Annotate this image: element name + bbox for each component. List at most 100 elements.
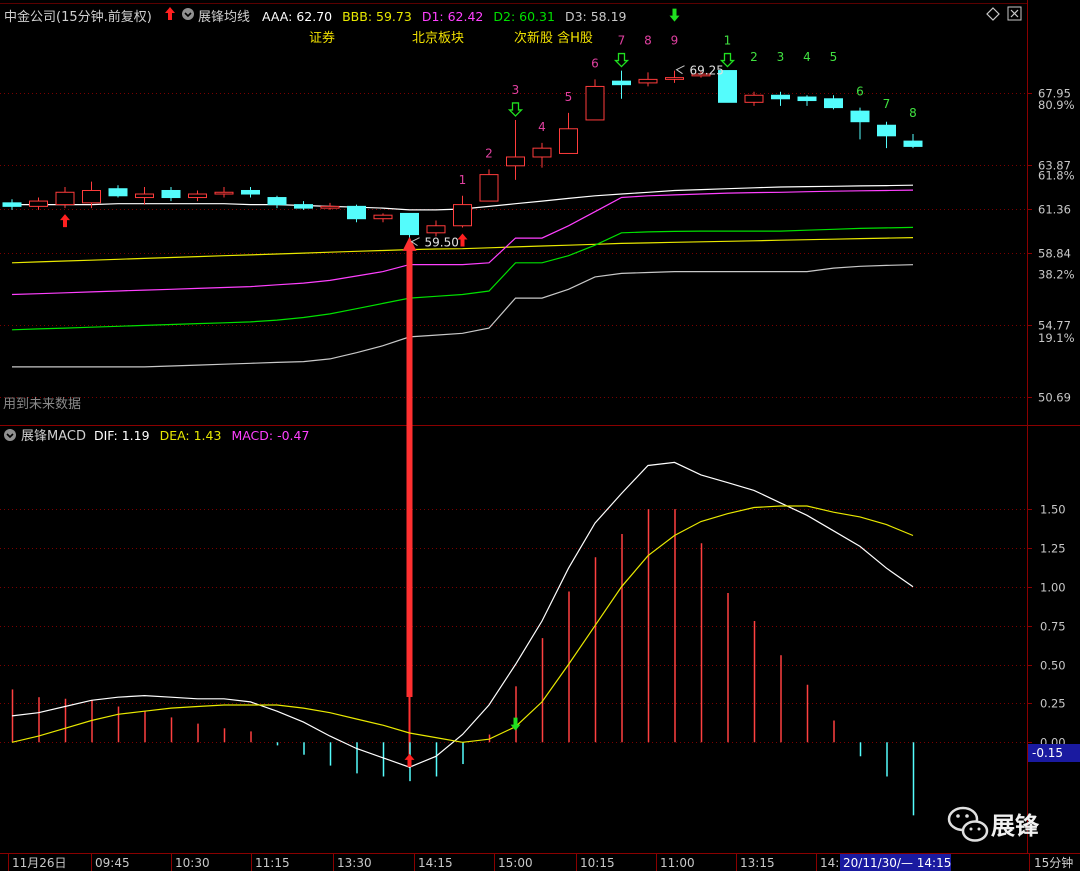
hollow-down-arrow-icon: [613, 52, 630, 68]
time-tick-label: 10:30: [175, 856, 210, 870]
macd-tick-label: 1.25: [1040, 542, 1066, 556]
candle-body: [638, 78, 658, 84]
macd-axis: 1.501.251.000.750.500.250.00: [1027, 503, 1066, 750]
time-tick-label: 09:45: [95, 856, 130, 870]
time-tick-label: 11月26日: [12, 856, 67, 870]
sequence-count: 1: [724, 34, 732, 48]
candle-body: [320, 205, 340, 209]
sell-arrow-icon: [669, 8, 680, 22]
svg-text:20/11/30/— 14:15: 20/11/30/— 14:15: [843, 856, 951, 870]
tag-region[interactable]: 北京板块: [412, 31, 464, 46]
stock-chart[interactable]: 中金公司(15分钟.前复权) 展锋均线 AAA: 62.70 BBB: 59.73…: [0, 0, 1080, 871]
macd-grid: [0, 509, 1027, 743]
signal-bar: [402, 236, 417, 763]
price-axis: 67.9563.8761.3658.8454.7750.6980.9%61.8%…: [1027, 87, 1075, 405]
candle-body: [55, 191, 75, 206]
macd-readout-2: MACD: -0.47: [231, 428, 309, 443]
candle[interactable]: [559, 112, 578, 154]
pct-tick-label: 19.1%: [1038, 331, 1075, 345]
candle[interactable]: [135, 186, 154, 205]
candle[interactable]: [850, 107, 870, 140]
candle[interactable]: [453, 195, 472, 228]
circle-chevron-down-icon[interactable]: [4, 429, 16, 441]
candle[interactable]: [426, 220, 446, 237]
candle[interactable]: [108, 185, 128, 198]
readout-0: AAA: 62.70: [262, 9, 332, 24]
candle-body: [453, 204, 472, 227]
candle[interactable]: [267, 195, 287, 209]
macd-lines: [11, 461, 914, 768]
up-red-icon: [165, 7, 175, 20]
sequence-count: 2: [750, 50, 758, 64]
buy-arrow-icon: [457, 233, 468, 247]
diamond-icon[interactable]: [986, 7, 1000, 21]
close-box-icon[interactable]: [1007, 6, 1022, 21]
candle[interactable]: [506, 119, 525, 180]
candle-body: [612, 80, 631, 86]
candle[interactable]: [161, 186, 181, 202]
macd-header: 展锋MACD DIF: 1.19 DEA: 1.43 MACD: -0.47: [4, 428, 309, 444]
candle-body: [82, 189, 101, 204]
candle-body: [850, 110, 870, 123]
candle[interactable]: [320, 202, 340, 210]
time-tick-label: 11:00: [660, 856, 695, 870]
sequence-count: 7: [618, 34, 626, 48]
candle-body: [559, 128, 578, 154]
sequence-count: 7: [883, 97, 891, 111]
candle[interactable]: [479, 169, 499, 202]
readout-2: D1: 62.42: [422, 9, 484, 24]
candle-body: [135, 193, 154, 199]
candle[interactable]: [241, 186, 260, 198]
macd-tick-label: 0.25: [1040, 697, 1066, 711]
sequence-count: 1: [459, 173, 467, 187]
ma-line-D3: [12, 264, 914, 368]
macd-histogram: [11, 509, 915, 816]
time-tick-label: 15:00: [498, 856, 533, 870]
price-tick-label: 50.69: [1038, 391, 1071, 405]
tag-sector[interactable]: 证券: [309, 30, 335, 46]
circle-chevron-down-icon[interactable]: [182, 8, 194, 20]
tag-concept[interactable]: 次新股 含H股: [514, 30, 593, 46]
svg-text:15分钟: 15分钟: [1034, 855, 1073, 870]
candle[interactable]: [532, 142, 552, 168]
candle[interactable]: [188, 190, 207, 202]
candle[interactable]: [373, 213, 393, 223]
candle-body: [744, 94, 764, 103]
period-selector[interactable]: 15分钟: [1029, 854, 1074, 871]
candle-body: [506, 156, 525, 167]
candle-body: [797, 96, 817, 102]
candle[interactable]: [638, 72, 658, 87]
candle-body: [108, 188, 128, 197]
macd-tick-label: 0.75: [1040, 620, 1066, 634]
candle[interactable]: [771, 91, 790, 106]
candle[interactable]: [55, 186, 75, 209]
readout-4: D3: 58.19: [565, 9, 627, 24]
candle[interactable]: [824, 95, 843, 110]
candle[interactable]: [347, 204, 366, 223]
candle[interactable]: [797, 95, 817, 106]
sequence-count: 3: [512, 83, 520, 97]
candle[interactable]: [214, 186, 234, 198]
candlesticks[interactable]: [2, 70, 923, 242]
candle[interactable]: [612, 70, 631, 99]
candle[interactable]: [294, 201, 313, 210]
sequence-count: 6: [591, 56, 599, 70]
candle-body: [532, 147, 552, 158]
candle[interactable]: [877, 121, 896, 149]
sequence-count: 5: [565, 90, 573, 104]
annotation-pointer: [675, 65, 685, 75]
time-tick-label: 13:30: [337, 856, 372, 870]
sequence-count: 8: [909, 106, 917, 120]
candle[interactable]: [29, 197, 48, 210]
sequence-counts: 1 2 3 4 5 6 7 8 9 1 2 3 4 5 6 7 8: [459, 34, 917, 187]
candle[interactable]: [585, 79, 605, 121]
stock-title[interactable]: 中金公司(15分钟.前复权): [4, 9, 152, 25]
time-tick-label: 10:15: [580, 856, 615, 870]
price-header: 中金公司(15分钟.前复权) 展锋均线 AAA: 62.70 BBB: 59.73…: [4, 6, 1022, 25]
annotation-label: 69.25: [690, 64, 724, 78]
candle[interactable]: [903, 134, 923, 149]
candle[interactable]: [2, 199, 22, 210]
candle-body: [29, 200, 48, 207]
cursor-time: 20/11/30/— 14:15: [840, 854, 951, 871]
candle-body: [824, 98, 843, 109]
